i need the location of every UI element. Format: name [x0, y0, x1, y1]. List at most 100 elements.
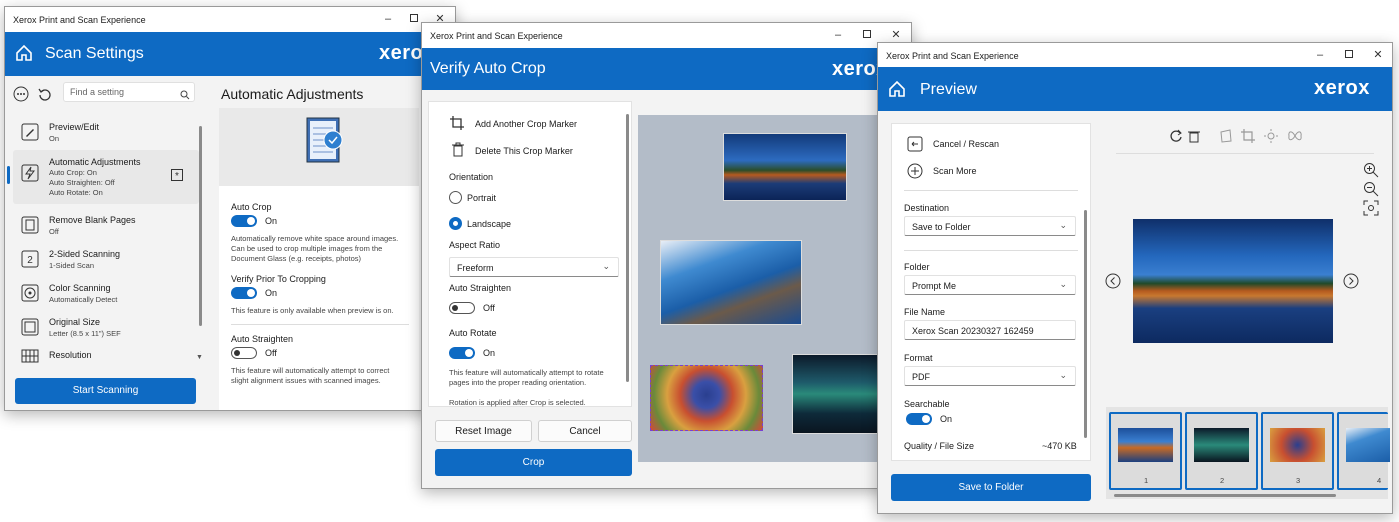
lightning-icon: [21, 164, 39, 187]
thumbnail-number: 3: [1296, 476, 1301, 485]
cancel-rescan-button[interactable]: Cancel / Rescan: [933, 139, 999, 149]
maximize-button[interactable]: [854, 27, 880, 43]
straighten-icon[interactable]: [1219, 129, 1233, 148]
aspect-ratio-value: Freeform: [457, 263, 494, 273]
sidebar-item-label: Remove Blank Pages: [49, 215, 136, 225]
preview-toolbar: [1111, 127, 1371, 149]
minimize-button[interactable]: –: [375, 11, 401, 27]
section-title: Automatic Adjustments: [221, 86, 364, 102]
auto-crop-toggle[interactable]: [231, 215, 257, 227]
thumbnail-1[interactable]: 1: [1109, 412, 1182, 490]
sidebar-item-2-sided-scanning[interactable]: 2 2-Sided Scanning 1-Sided Scan: [13, 242, 199, 276]
thumbnail-3[interactable]: 3: [1261, 412, 1334, 490]
search-input[interactable]: Find a setting: [63, 82, 195, 102]
auto-rotate-toggle[interactable]: [449, 347, 475, 359]
more-icon[interactable]: [13, 86, 29, 107]
verify-auto-crop-window: Xerox Print and Scan Experience – ✕ Veri…: [421, 22, 912, 489]
verify-toggle[interactable]: [231, 287, 257, 299]
trash-icon[interactable]: [451, 142, 465, 163]
add-crop-marker-button[interactable]: Add Another Crop Marker: [475, 119, 577, 129]
scan-more-button[interactable]: Scan More: [933, 166, 977, 176]
add-circle-icon[interactable]: [907, 163, 923, 184]
filename-input[interactable]: Xerox Scan 20230327 162459: [904, 320, 1076, 340]
scanned-photo-coast[interactable]: [660, 240, 802, 325]
save-to-folder-button[interactable]: Save to Folder: [891, 474, 1091, 501]
document-illustration-icon: [303, 116, 347, 177]
home-icon[interactable]: [888, 80, 906, 103]
auto-straighten-toggle[interactable]: [449, 302, 475, 314]
crop-button[interactable]: Crop: [435, 449, 632, 476]
sidebar-item-automatic-adjustments[interactable]: Automatic Adjustments Auto Crop: On Auto…: [7, 150, 199, 204]
cancel-button[interactable]: Cancel: [538, 420, 632, 442]
crop-handle-bottom-right[interactable]: [758, 426, 762, 430]
rotation-note: Rotation is applied after Crop is select…: [449, 398, 586, 407]
scanned-photo-grapes[interactable]: [650, 365, 763, 431]
search-icon[interactable]: [180, 87, 190, 105]
landscape-radio[interactable]: [449, 217, 462, 230]
straighten-toggle[interactable]: [231, 347, 257, 359]
thumbnail-scrollbar[interactable]: [1114, 494, 1336, 497]
format-label: Format: [904, 353, 933, 363]
sidebar-scrollbar[interactable]: [199, 126, 202, 326]
thumbnail-2[interactable]: 2: [1185, 412, 1258, 490]
quality-label: Quality / File Size: [904, 441, 975, 451]
scanned-photo-lake[interactable]: [723, 133, 847, 201]
folder-select[interactable]: Prompt Me ⌄: [904, 275, 1076, 295]
reset-icon[interactable]: [37, 86, 53, 107]
palette-icon: [21, 284, 39, 307]
zoom-in-icon[interactable]: [1363, 162, 1379, 183]
minimize-button[interactable]: –: [1307, 47, 1333, 63]
verify-state: On: [265, 288, 278, 298]
crop-handle-bottom-left[interactable]: [651, 426, 655, 430]
add-crop-icon[interactable]: [449, 115, 465, 136]
options-scrollbar[interactable]: [1084, 210, 1087, 438]
chevron-down-icon: ⌄: [1059, 220, 1067, 230]
crop-handle-top-left[interactable]: [651, 366, 655, 370]
format-select[interactable]: PDF ⌄: [904, 366, 1076, 386]
searchable-toggle[interactable]: [906, 413, 932, 425]
scroll-down-icon[interactable]: ▼: [196, 354, 203, 361]
reset-image-button[interactable]: Reset Image: [435, 420, 532, 442]
aspect-ratio-select[interactable]: Freeform ⌄: [449, 257, 619, 277]
cancel-rescan-icon[interactable]: [907, 136, 923, 157]
sidebar-item-label: Resolution: [49, 350, 92, 360]
app-header: Verify Auto Crop xerox: [422, 48, 911, 90]
close-button[interactable]: ✕: [883, 27, 909, 43]
thumbnail-image: [1118, 428, 1173, 462]
destination-select[interactable]: Save to Folder ⌄: [904, 216, 1076, 236]
sidebar-item-sub: Auto Crop: On Auto Straighten: Off Auto …: [49, 168, 115, 197]
thumbnail-4[interactable]: 4: [1337, 412, 1390, 490]
window-title: Xerox Print and Scan Experience: [430, 31, 563, 41]
aspect-ratio-label: Aspect Ratio: [449, 240, 501, 250]
auto-rotate-label: Auto Rotate: [449, 328, 497, 338]
brightness-icon[interactable]: [1264, 129, 1278, 148]
fit-screen-icon[interactable]: [1363, 200, 1379, 221]
delete-icon[interactable]: [1188, 129, 1200, 148]
options-scrollbar[interactable]: [626, 114, 629, 382]
home-icon[interactable]: [15, 44, 33, 67]
maximize-button[interactable]: [1336, 47, 1362, 63]
zoom-out-icon[interactable]: [1363, 181, 1379, 202]
crop-icon[interactable]: [1241, 129, 1255, 148]
thumbnail-image: [1194, 428, 1249, 462]
sidebar-item-original-size[interactable]: Original Size Letter (8.5 x 11") SEF: [13, 310, 199, 344]
start-scanning-button[interactable]: Start Scanning: [15, 378, 196, 404]
thumbnail-number: 2: [1220, 476, 1225, 485]
portrait-label: Portrait: [467, 193, 497, 203]
delete-crop-marker-button[interactable]: Delete This Crop Marker: [475, 146, 573, 156]
effects-icon[interactable]: [1287, 129, 1303, 148]
sidebar-item-preview-edit[interactable]: Preview/Edit On: [13, 114, 199, 150]
portrait-radio[interactable]: [449, 191, 462, 204]
minimize-button[interactable]: –: [825, 27, 851, 43]
searchable-label: Searchable: [904, 399, 950, 409]
sidebar-item-color-scanning[interactable]: Color Scanning Automatically Detect: [13, 276, 199, 310]
previous-page-icon[interactable]: [1105, 273, 1121, 294]
crop-handle-top-right[interactable]: [758, 366, 762, 370]
next-page-icon[interactable]: [1343, 273, 1359, 294]
sidebar-item-remove-blank-pages[interactable]: Remove Blank Pages Off: [13, 208, 199, 242]
scan-canvas[interactable]: [638, 115, 911, 462]
rotate-icon[interactable]: [1169, 129, 1183, 148]
sidebar-item-resolution[interactable]: Resolution: [13, 344, 199, 368]
close-button[interactable]: ✕: [1365, 47, 1391, 63]
svg-text:*: *: [175, 171, 179, 181]
